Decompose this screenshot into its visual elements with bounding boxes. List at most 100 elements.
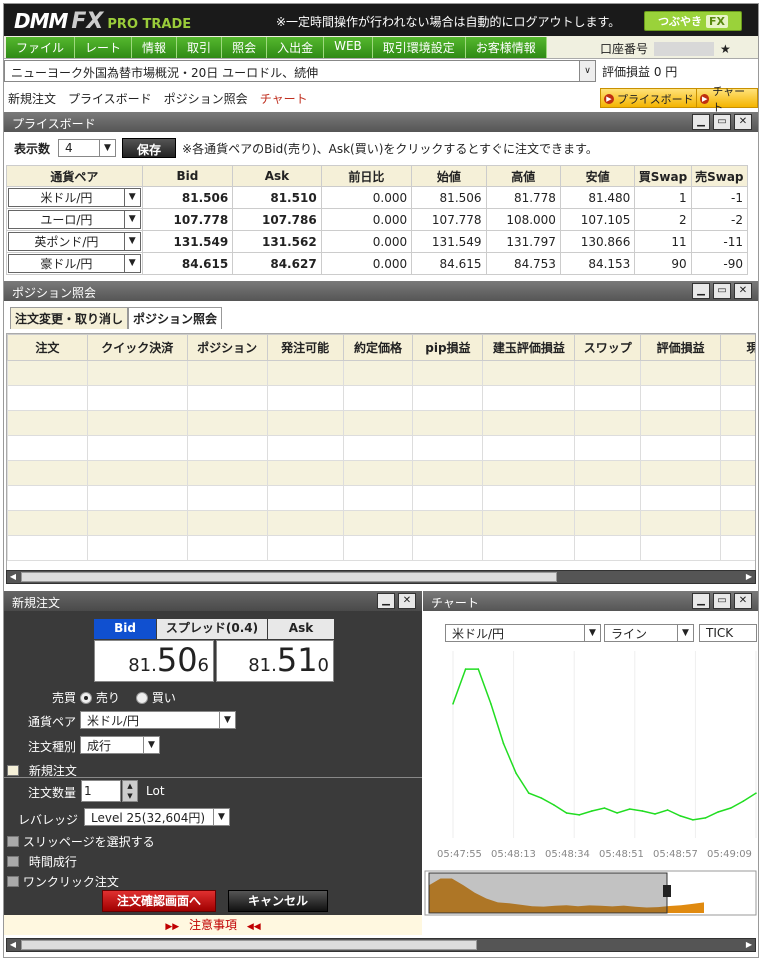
nav-item-3[interactable]: チャート [260,90,308,107]
scroll-left-icon[interactable]: ◀ [7,939,19,951]
menu-item-4[interactable]: 照会 [222,37,268,58]
cancel-button[interactable]: キャンセル [228,890,328,912]
slippage-label: スリッページを選択する [22,835,155,849]
bid-price-cell[interactable]: 84.615 [141,252,234,275]
table-cell: 0.000 [320,208,413,231]
close-icon[interactable]: ✕ [734,593,752,609]
column-header[interactable]: スワップ [574,334,642,361]
chart-interval-select[interactable]: TICK [699,624,757,642]
close-icon[interactable]: ✕ [398,593,416,609]
column-header[interactable]: ポジション [186,334,268,361]
menu-item-5[interactable]: 入出金 [267,37,325,58]
ask-price-button[interactable]: 81.510 [216,640,334,682]
logo-pro-trade: PRO TRADE [107,17,192,32]
navigator-handle[interactable] [663,885,671,897]
menu-item-8[interactable]: お客様情報 [466,37,547,58]
scroll-thumb[interactable] [21,572,557,582]
menu-item-0[interactable]: ファイル [6,37,76,58]
time-market-checkbox[interactable]: 時間成行 [7,853,77,870]
bid-price-cell[interactable]: 81.506 [141,186,234,209]
pair-select[interactable]: ユーロ/円 ▼ [8,210,141,229]
ask-price-cell[interactable]: 107.786 [232,208,322,231]
nav-item-2[interactable]: ポジション照会 [164,90,248,107]
leverage-select[interactable]: Level 25(32,604円) ▼ [84,808,230,826]
navigator-selection[interactable] [428,872,668,914]
order-type-select[interactable]: 成行 ▼ [80,736,160,754]
scroll-left-icon[interactable]: ◀ [7,571,19,583]
pair-select[interactable]: 豪ドル/円 ▼ [8,254,141,273]
chevron-down-icon: ▼ [123,233,140,250]
scroll-thumb[interactable] [21,940,477,950]
pnl-value: 0 円 [653,65,678,79]
quick-priceboard-button[interactable]: ▶ プライスボード [600,88,699,108]
side-sell-radio[interactable]: 売り [80,689,120,706]
tab-positions[interactable]: ポジション照会 [128,307,223,329]
positions-hscrollbar[interactable]: ◀ ▶ [6,570,756,584]
maximize-icon[interactable]: ▭ [713,283,731,299]
pair-select[interactable]: 米ドル/円 ▼ [8,188,141,207]
table-cell [7,410,88,436]
chart-style-select[interactable]: ライン ▼ [604,624,694,642]
tick-chart[interactable]: 05:47:55 05:48:13 05:48:34 05:48:51 05:48:57… [423,643,758,923]
menu-item-7[interactable]: 取引環境設定 [373,37,466,58]
order-confirm-button[interactable]: 注文確認画面へ [102,890,216,912]
column-header[interactable]: クイック決済 [86,334,188,361]
menu-item-6[interactable]: WEB [324,37,373,58]
menu-item-2[interactable]: 情報 [132,37,178,58]
minimize-icon[interactable]: ▁ [377,593,395,609]
chevron-down-icon: ▼ [213,809,229,825]
column-header[interactable]: 発注可能 [266,334,344,361]
side-buy-radio[interactable]: 買い [136,689,176,706]
tab-order-modify[interactable]: 注文変更・取り消し [10,307,129,329]
star-icon[interactable]: ★ [720,42,731,56]
ask-price-cell[interactable]: 81.510 [232,186,322,209]
maximize-icon[interactable]: ▭ [713,593,731,609]
close-icon[interactable]: ✕ [734,283,752,299]
quantity-input[interactable]: 1 [81,780,121,802]
data-point [553,804,555,806]
news-ticker-select[interactable]: ニューヨーク外国為替市場概況・20日 ユーロドル、続伸 ∨ [4,60,596,82]
quantity-stepper[interactable]: ▲ ▼ [122,780,138,802]
slippage-checkbox[interactable]: スリッページを選択する [7,833,155,850]
bid-price-cell[interactable]: 107.778 [141,208,234,231]
caution-link[interactable]: ▶▶ 注意事項 ◀◀ [4,915,422,935]
minimize-icon[interactable]: ▁ [692,283,710,299]
scroll-right-icon[interactable]: ▶ [743,571,755,583]
minimize-icon[interactable]: ▁ [692,593,710,609]
column-header[interactable]: 評価損益 [640,334,722,361]
x-tick-label: 05:49:09 [707,849,752,860]
bid-price-button[interactable]: 81.506 [94,640,214,682]
main-hscrollbar[interactable]: ◀ ▶ [6,938,756,952]
ask-price-cell[interactable]: 84.627 [232,252,322,275]
column-header[interactable]: 現在 [720,334,755,361]
minimize-icon[interactable]: ▁ [692,114,710,130]
save-button[interactable]: 保存 [122,138,177,158]
bid-price-cell[interactable]: 131.549 [141,230,234,253]
one-click-checkbox[interactable]: ワンクリック注文 [7,873,119,890]
nav-item-0[interactable]: 新規注文 [8,90,56,107]
display-count-select[interactable]: 4 ▼ [58,139,117,157]
tweet-fx-button[interactable]: つぶやき FX [644,11,742,31]
table-cell [720,535,755,561]
chevron-down-icon: ▼ [219,712,235,728]
scroll-right-icon[interactable]: ▶ [743,939,755,951]
pair-name: 英ポンド/円 [34,235,99,249]
pair-select[interactable]: 英ポンド/円 ▼ [8,232,141,251]
column-header[interactable]: 約定価格 [342,334,414,361]
nav-item-1[interactable]: プライスボード [68,90,152,107]
chart-pair-select[interactable]: 米ドル/円 ▼ [445,624,601,642]
close-icon[interactable]: ✕ [734,114,752,130]
column-header[interactable]: 建玉評価損益 [482,334,576,361]
menu-item-3[interactable]: 取引 [177,37,223,58]
pair-select[interactable]: 米ドル/円 ▼ [80,711,236,729]
column-header[interactable]: pip損益 [412,334,484,361]
quick-chart-label: チャート [712,85,746,114]
data-point [704,817,707,819]
ask-price-cell[interactable]: 131.562 [232,230,322,253]
quick-chart-button[interactable]: ▶ チャート [696,85,758,114]
column-header[interactable]: 注文 [7,334,88,361]
priceboard-controls: 表示数 4 ▼ 保存 ※各通貨ペアのBid(売り)、Ask(買い)をクリックすると… [4,134,758,162]
maximize-icon[interactable]: ▭ [713,114,731,130]
chevron-down-icon[interactable]: ∨ [579,61,595,81]
menu-item-1[interactable]: レート [75,37,133,58]
